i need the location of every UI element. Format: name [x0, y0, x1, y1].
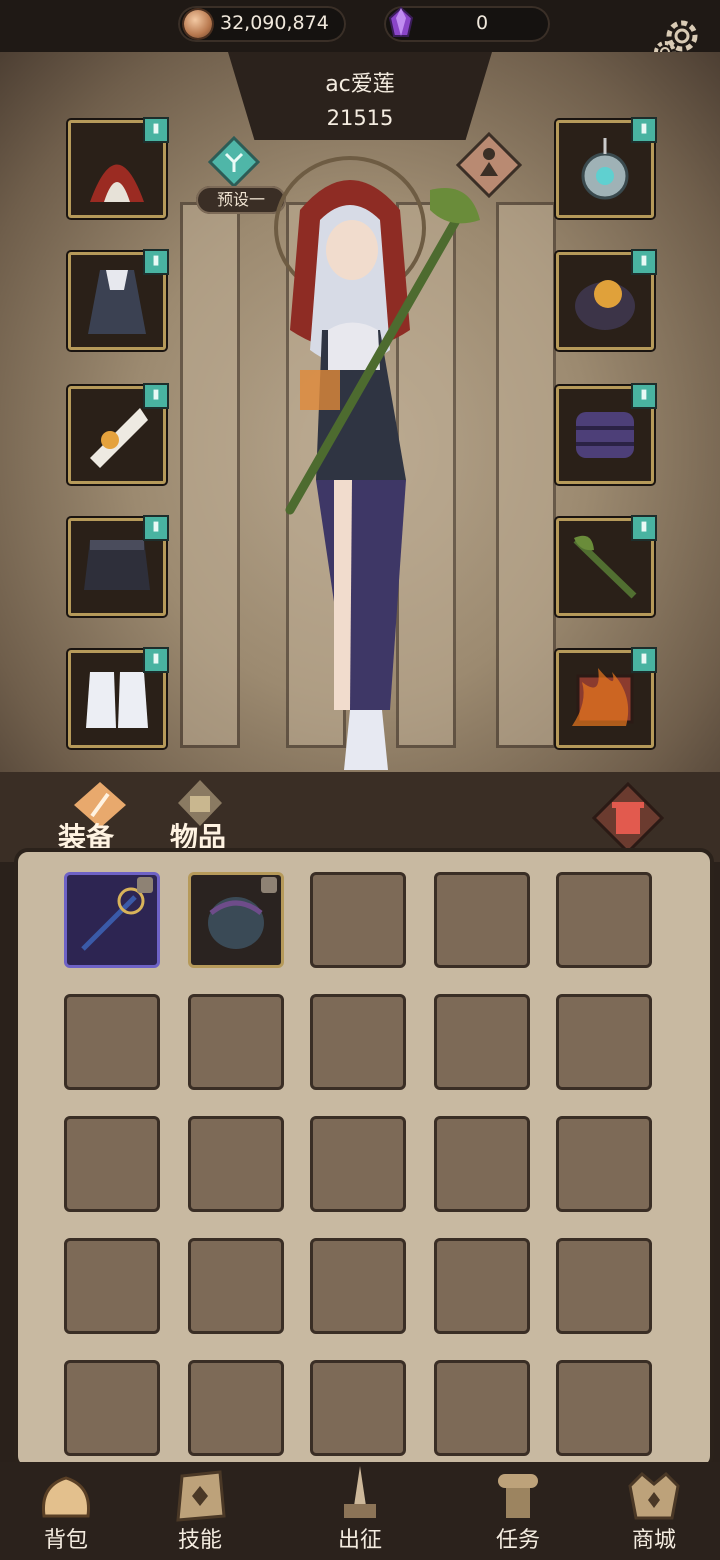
inventory-slot[interactable]	[64, 994, 160, 1090]
boots-icon	[86, 672, 148, 728]
inventory-slot[interactable]	[310, 1360, 406, 1456]
inventory-slot[interactable]	[310, 1116, 406, 1212]
equip-slot-hood[interactable]: ▮	[68, 117, 169, 218]
inventory-slot[interactable]	[434, 872, 530, 968]
gloves-icon	[90, 408, 148, 468]
lock-icon	[137, 877, 153, 893]
gem-amount: 0	[475, 12, 489, 34]
inventory-slot[interactable]	[434, 1360, 530, 1456]
equip-slot-gloves[interactable]: ▮	[68, 383, 169, 484]
trash-icon[interactable]	[592, 782, 664, 854]
inventory-slot[interactable]	[310, 1238, 406, 1334]
nav-bag-label: 背包	[43, 1528, 88, 1553]
amulet-icon	[581, 138, 629, 200]
inventory-slot[interactable]	[434, 1238, 530, 1334]
equip-slot-amulet[interactable]: ▮	[556, 117, 657, 218]
inventory-slot[interactable]	[310, 994, 406, 1090]
coin-icon	[184, 10, 212, 38]
slot-level-tag: ▮	[143, 647, 169, 673]
inventory-slot[interactable]	[310, 872, 406, 968]
dress-icon	[88, 270, 146, 334]
nav-skills-label: 技能	[177, 1528, 222, 1553]
top-bar	[0, 0, 720, 52]
hero-name: ac爱莲	[325, 72, 395, 97]
inventory-slot[interactable]	[188, 872, 284, 968]
slot-level-tag: ▮	[631, 383, 657, 409]
inventory-slot[interactable]	[188, 994, 284, 1090]
nav-expedition[interactable]: 出征	[312, 1466, 408, 1556]
inventory-slot[interactable]	[556, 872, 652, 968]
lock-icon	[261, 877, 277, 893]
slot-level-tag: ▮	[631, 647, 657, 673]
equip-slot-boots[interactable]: ▮	[68, 647, 169, 748]
inventory-slot[interactable]	[64, 872, 160, 968]
hero-power: 21515	[326, 106, 394, 130]
inventory-slot[interactable]	[64, 1116, 160, 1212]
slot-level-tag: ▮	[143, 515, 169, 541]
inventory-slot[interactable]	[188, 1238, 284, 1334]
staff-icon	[573, 535, 637, 599]
slot-level-tag: ▮	[143, 383, 169, 409]
ring-icon	[575, 280, 635, 330]
nav-quests-label: 任务	[495, 1528, 540, 1553]
equip-slot-staff[interactable]: ▮	[556, 515, 657, 616]
shop-icon	[628, 1471, 680, 1520]
nav-quests[interactable]: 任务	[470, 1466, 566, 1556]
hood-icon	[90, 164, 144, 202]
equip-slot-bracers[interactable]: ▮	[556, 383, 657, 484]
inventory-slot[interactable]	[64, 1360, 160, 1456]
nav-shop[interactable]: 商城	[606, 1466, 702, 1556]
nav-skills[interactable]: 技能	[152, 1466, 248, 1556]
inventory-slot[interactable]	[556, 994, 652, 1090]
inventory-slot[interactable]	[556, 1238, 652, 1334]
hero-character	[274, 156, 480, 770]
inventory-slot[interactable]	[64, 1238, 160, 1334]
inventory-slot[interactable]	[434, 1116, 530, 1212]
nav-shop-label: 商城	[631, 1528, 676, 1553]
background-pillar	[496, 202, 556, 748]
gem-icon	[388, 6, 414, 37]
equip-slot-ring[interactable]: ▮	[556, 249, 657, 350]
wand-icon	[81, 887, 145, 951]
skirt-icon	[84, 540, 150, 590]
book-icon	[572, 668, 634, 726]
inventory-slot[interactable]	[556, 1360, 652, 1456]
slot-level-tag: ▮	[143, 249, 169, 275]
coin-amount: 32,090,874	[220, 12, 329, 34]
quests-icon	[498, 1474, 538, 1518]
skills-icon	[176, 1470, 226, 1522]
slot-level-tag: ▮	[631, 249, 657, 275]
expedition-icon	[344, 1466, 376, 1518]
nav-bag[interactable]: 背包	[18, 1466, 114, 1556]
bag-icon	[41, 1476, 91, 1518]
armor-icon	[208, 897, 264, 949]
equip-slot-dress[interactable]: ▮	[68, 249, 169, 350]
equip-slot-book[interactable]: ▮	[556, 647, 657, 748]
inventory-slot[interactable]	[188, 1360, 284, 1456]
inventory-slot[interactable]	[188, 1116, 284, 1212]
inventory-slot[interactable]	[556, 1116, 652, 1212]
inventory-slot[interactable]	[434, 994, 530, 1090]
slot-level-tag: ▮	[631, 515, 657, 541]
nav-expedition-label: 出征	[337, 1528, 382, 1553]
equip-slot-skirt[interactable]: ▮	[68, 515, 169, 616]
slot-level-tag: ▮	[143, 117, 169, 143]
bracers-icon	[576, 412, 634, 458]
slot-level-tag: ▮	[631, 117, 657, 143]
